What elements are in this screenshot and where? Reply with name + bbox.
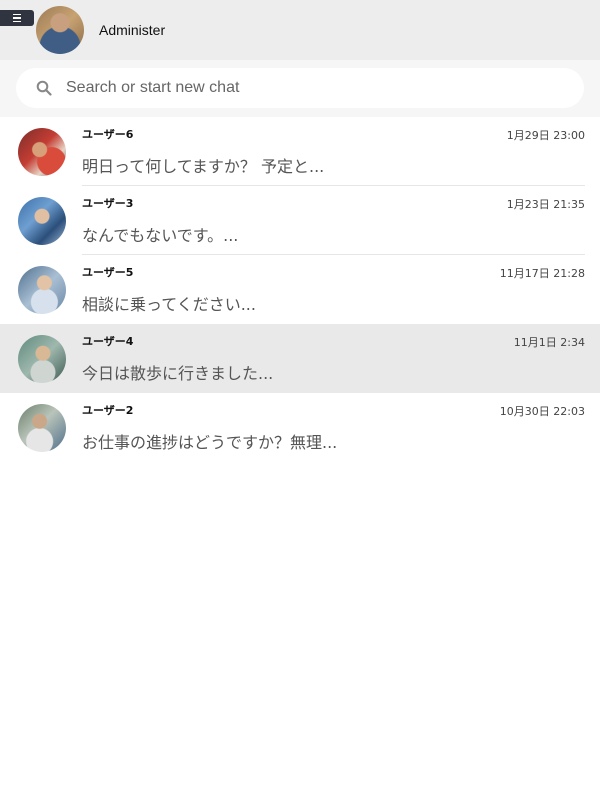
contact-name: ユーザー6 bbox=[82, 128, 134, 141]
contact-name: ユーザー2 bbox=[82, 404, 134, 417]
contact-name: ユーザー5 bbox=[82, 266, 134, 279]
app-header: Administer bbox=[0, 0, 600, 60]
message-timestamp: 10月30日 22:03 bbox=[499, 405, 585, 418]
message-timestamp: 1月23日 21:35 bbox=[506, 198, 585, 211]
contact-avatar bbox=[18, 266, 66, 314]
message-timestamp: 1月29日 23:00 bbox=[506, 129, 585, 142]
message-preview: なんでもないです。... bbox=[82, 226, 239, 245]
contact-avatar bbox=[18, 197, 66, 245]
contact-avatar bbox=[18, 335, 66, 383]
message-preview: 明日って何してますか？ 予定と... bbox=[82, 157, 325, 176]
user-name: Administer bbox=[99, 22, 166, 38]
message-preview: 相談に乗ってください... bbox=[82, 295, 256, 314]
chat-list-item[interactable]: ユーザー3 1月23日 21:35 なんでもないです。... bbox=[0, 186, 600, 255]
chat-list-item[interactable]: ユーザー5 11月17日 21:28 相談に乗ってください... bbox=[0, 255, 600, 324]
contact-avatar bbox=[18, 128, 66, 176]
search-bar bbox=[0, 60, 600, 117]
message-timestamp: 11月1日 2:34 bbox=[513, 336, 585, 349]
hamburger-icon bbox=[13, 13, 21, 23]
chat-list-item[interactable]: ユーザー2 10月30日 22:03 お仕事の進捗はどうですか？無理... bbox=[0, 393, 600, 462]
message-timestamp: 11月17日 21:28 bbox=[499, 267, 585, 280]
menu-button[interactable] bbox=[0, 10, 34, 26]
search-icon bbox=[36, 80, 52, 96]
message-preview: お仕事の進捗はどうですか？無理... bbox=[82, 433, 338, 452]
search-input[interactable] bbox=[66, 68, 546, 108]
chat-list-item-selected[interactable]: ユーザー4 11月1日 2:34 今日は散歩に行きました... bbox=[0, 324, 600, 393]
chat-list: ユーザー6 1月29日 23:00 明日って何してますか？ 予定と... ユーザ… bbox=[0, 117, 600, 462]
contact-name: ユーザー3 bbox=[82, 197, 134, 210]
user-avatar[interactable] bbox=[36, 6, 84, 54]
search-box[interactable] bbox=[16, 68, 584, 108]
chat-list-item[interactable]: ユーザー6 1月29日 23:00 明日って何してますか？ 予定と... bbox=[0, 117, 600, 186]
contact-name: ユーザー4 bbox=[82, 335, 134, 348]
message-preview: 今日は散歩に行きました... bbox=[82, 364, 274, 383]
contact-avatar bbox=[18, 404, 66, 452]
